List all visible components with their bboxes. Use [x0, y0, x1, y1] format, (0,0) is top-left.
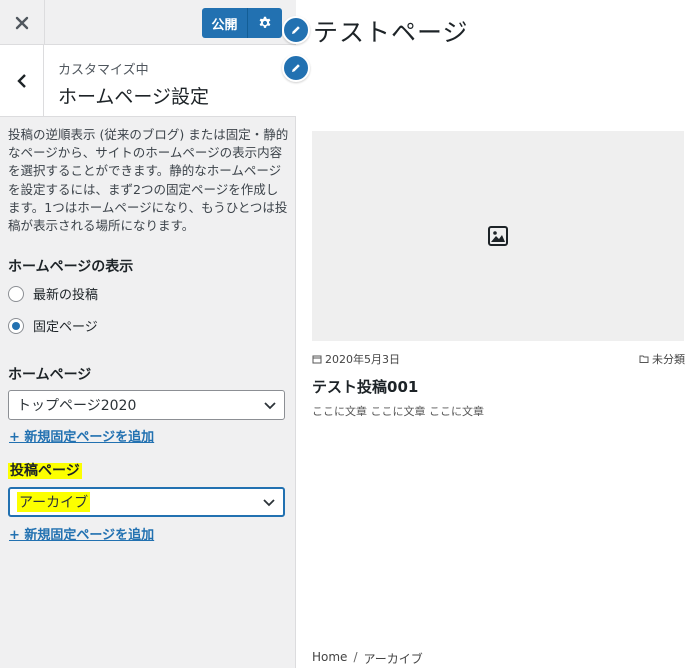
homepage-select[interactable]: トップページ2020	[8, 390, 285, 420]
homepage-select-value: トップページ2020	[17, 398, 137, 414]
site-preview: テストページ 2020年5月3日 未分類 テスト投稿001 ここに文章 ここに文…	[282, 0, 697, 668]
posts-page-title-text: 投稿ページ	[8, 463, 82, 479]
chevron-left-icon	[16, 74, 26, 88]
post-date-text: 2020年5月3日	[325, 353, 400, 366]
image-icon	[488, 226, 508, 246]
radio-label-static-page: 固定ページ	[33, 320, 98, 335]
back-button[interactable]	[0, 45, 44, 117]
breadcrumb: Home / アーカイブ	[312, 650, 423, 667]
add-homepage-link[interactable]: + 新規固定ページを追加	[9, 426, 154, 445]
site-title[interactable]: テストページ	[313, 13, 469, 49]
publish-settings-button[interactable]	[248, 8, 282, 38]
section-header: カスタマイズ中 ホームページ設定	[0, 45, 296, 117]
publish-button-group: 公開	[202, 8, 282, 38]
breadcrumb-home[interactable]: Home	[312, 650, 347, 667]
posts-page-select[interactable]: アーカイブ	[8, 487, 285, 517]
posts-page-select-title: 投稿ページ	[8, 460, 82, 480]
post-date: 2020年5月3日	[312, 351, 400, 367]
section-description: 投稿の逆順表示 (従来のブログ) または固定・静的なページから、サイトのホームペ…	[8, 127, 289, 234]
radio-button-static-page[interactable]	[8, 317, 24, 334]
homepage-display-title: ホームページの表示	[8, 259, 134, 275]
post-category[interactable]: 未分類	[639, 351, 685, 367]
close-icon	[15, 16, 29, 29]
folder-icon	[639, 355, 649, 363]
calendar-icon	[312, 355, 322, 364]
breadcrumb-separator: /	[353, 650, 358, 664]
radio-latest-posts[interactable]: 最新の投稿	[8, 284, 98, 303]
close-button[interactable]	[0, 0, 45, 45]
post-title[interactable]: テスト投稿001	[312, 376, 418, 397]
gear-icon	[259, 16, 271, 28]
chevron-down-icon	[263, 499, 275, 507]
posts-page-select-value: アーカイブ	[17, 492, 91, 512]
customizing-label: カスタマイズ中	[58, 63, 149, 78]
customizer-topbar: 公開	[0, 0, 296, 45]
radio-button-latest-posts[interactable]	[8, 285, 24, 302]
post-thumbnail[interactable]	[312, 131, 684, 341]
homepage-select-title: ホームページ	[8, 367, 92, 383]
post-category-text: 未分類	[652, 353, 685, 366]
radio-label-latest-posts: 最新の投稿	[33, 288, 99, 303]
section-title: ホームページ設定	[58, 86, 210, 108]
edit-shortcut-tagline[interactable]	[282, 54, 310, 82]
chevron-down-icon	[264, 402, 276, 410]
breadcrumb-current: アーカイブ	[363, 652, 423, 666]
customizer-sidebar: 公開 カスタマイズ中 ホームページ設定 投稿の逆順表示 (従来のブログ) または…	[0, 0, 296, 668]
post-excerpt: ここに文章 ここに文章 ここに文章	[312, 405, 484, 418]
pencil-icon	[292, 64, 300, 72]
pencil-icon	[292, 26, 300, 34]
add-posts-page-link[interactable]: + 新規固定ページを追加	[9, 524, 154, 543]
edit-shortcut-site-title[interactable]	[282, 16, 310, 44]
radio-static-page[interactable]: 固定ページ	[8, 316, 98, 335]
publish-button[interactable]: 公開	[202, 8, 248, 38]
